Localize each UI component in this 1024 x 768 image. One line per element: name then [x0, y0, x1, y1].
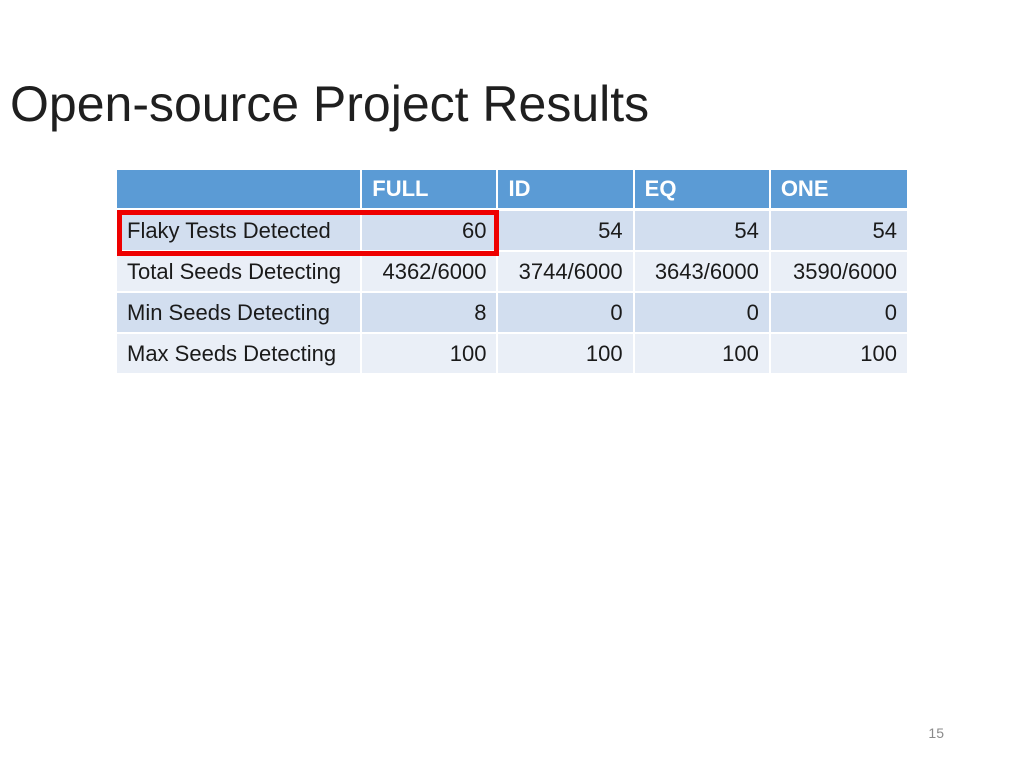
table-cell: 0	[634, 293, 771, 334]
table-cell: 4362/6000	[362, 252, 499, 293]
table-header-row: FULL ID EQ ONE	[117, 170, 907, 211]
table-cell: 60	[362, 211, 499, 252]
row-label-max-seeds-detecting: Max Seeds Detecting	[117, 334, 363, 375]
table-cell: 100	[634, 334, 771, 375]
table-cell: 3744/6000	[498, 252, 635, 293]
table-row: Flaky Tests Detected 60 54 54 54	[117, 211, 907, 252]
table-cell: 8	[362, 293, 499, 334]
results-table: FULL ID EQ ONE Flaky Tests Detected 60 5…	[117, 170, 907, 375]
page-number: 15	[928, 725, 944, 741]
table-row: Max Seeds Detecting 100 100 100 100	[117, 334, 907, 375]
slide-title: Open-source Project Results	[10, 76, 650, 132]
table-cell: 54	[770, 211, 907, 252]
header-cell-eq: EQ	[634, 170, 771, 211]
row-label-total-seeds-detecting: Total Seeds Detecting	[117, 252, 363, 293]
header-cell-one: ONE	[770, 170, 907, 211]
table-row: Min Seeds Detecting 8 0 0 0	[117, 293, 907, 334]
header-cell-full: FULL	[362, 170, 499, 211]
table-cell: 3590/6000	[770, 252, 907, 293]
table-cell: 100	[362, 334, 499, 375]
table-cell: 54	[634, 211, 771, 252]
table-row: Total Seeds Detecting 4362/6000 3744/600…	[117, 252, 907, 293]
table-cell: 100	[770, 334, 907, 375]
row-label-flaky-tests-detected: Flaky Tests Detected	[117, 211, 363, 252]
table-cell: 0	[770, 293, 907, 334]
table-cell: 54	[498, 211, 635, 252]
table-cell: 0	[498, 293, 635, 334]
row-label-min-seeds-detecting: Min Seeds Detecting	[117, 293, 363, 334]
header-cell-id: ID	[498, 170, 635, 211]
table-cell: 100	[498, 334, 635, 375]
header-cell-empty	[117, 170, 363, 211]
table-cell: 3643/6000	[634, 252, 771, 293]
